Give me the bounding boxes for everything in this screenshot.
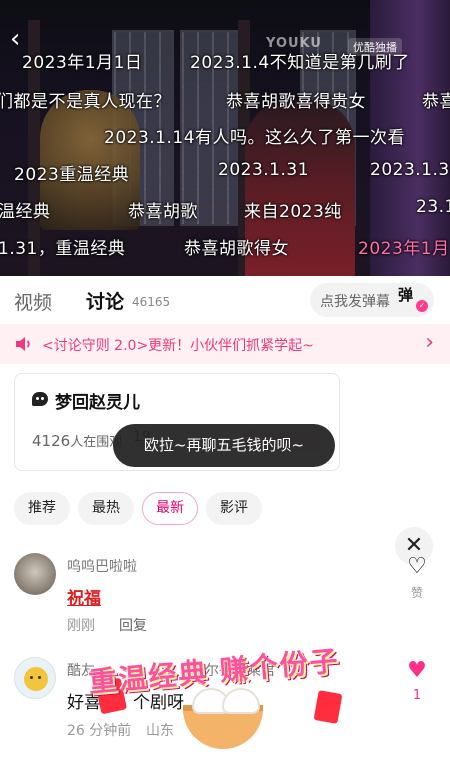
topic-watchers-count: 4126 bbox=[32, 432, 71, 450]
heart-outline-icon: ♡ bbox=[407, 554, 427, 579]
notice-bar[interactable]: <讨论守则 2.0>更新！小伙伴们抓紧学起~ › bbox=[0, 324, 450, 364]
heart-filled-icon: ♥ bbox=[407, 658, 427, 683]
danmaku-toggle-label: 弹 bbox=[398, 286, 414, 304]
sort-chip-recommend[interactable]: 推荐 bbox=[14, 492, 70, 525]
tab-discuss[interactable]: 讨论 bbox=[86, 287, 124, 314]
danmaku-comment: 2023年1月 bbox=[358, 239, 450, 259]
danmaku-comment: 们都是不是真人现在？ bbox=[0, 92, 171, 112]
comment-username[interactable]: 呜呜巴啦啦 bbox=[67, 556, 137, 576]
dumpling-icon bbox=[222, 688, 260, 714]
danmaku-comment: 2023.1.31 bbox=[218, 160, 310, 180]
comment-time: 刚刚 bbox=[67, 618, 95, 634]
like-count: 1 bbox=[412, 688, 422, 703]
sort-chip-latest[interactable]: 最新 bbox=[142, 492, 198, 525]
like-button[interactable]: ♥ 1 bbox=[402, 658, 432, 704]
danmaku-comment: 恭喜 bbox=[422, 92, 450, 112]
sort-chip-hot[interactable]: 最热 bbox=[78, 492, 134, 525]
danmaku-comment: 2023.1.14有人吗。这么久了第一次看 bbox=[104, 128, 406, 148]
reply-button[interactable]: 回复 bbox=[119, 615, 147, 635]
tab-video[interactable]: 视频 bbox=[14, 288, 52, 315]
topic-watchers: 4126人在围观 bbox=[32, 431, 122, 450]
promo-floating-banner[interactable]: 重温经典 赚个份子 bbox=[87, 640, 368, 760]
avatar[interactable] bbox=[14, 657, 56, 699]
toast-message: 欧拉~再聊五毛钱的呗~ bbox=[113, 424, 335, 467]
check-icon: ✓ bbox=[416, 300, 428, 312]
comment-text: 祝福 bbox=[67, 589, 101, 609]
danmaku-comment: 2023.1.31 bbox=[370, 160, 450, 180]
danmaku-comment: 恭喜胡歌得女 bbox=[184, 239, 289, 259]
avatar[interactable] bbox=[14, 553, 56, 595]
danmaku-input-placeholder: 点我发弹幕 bbox=[320, 294, 390, 310]
discuss-count: 46165 bbox=[132, 295, 171, 309]
danmaku-comment: 2023重温经典 bbox=[14, 165, 130, 185]
danmaku-comment: 2023年1月1日 bbox=[22, 53, 143, 73]
like-label: 赞 bbox=[410, 586, 423, 600]
danmaku-comment: 23.1 bbox=[416, 197, 450, 217]
chat-bubble-icon bbox=[32, 392, 48, 406]
topic-title: 梦回赵灵儿 bbox=[55, 393, 140, 413]
sort-chip-review[interactable]: 影评 bbox=[206, 492, 262, 525]
speaker-icon bbox=[16, 337, 30, 351]
back-icon[interactable]: ‹ bbox=[10, 26, 20, 52]
chevron-right-icon: › bbox=[425, 330, 434, 355]
app-page: ‹ YOUKU 优酷独播 2023年1月1日 2023.1.4不知道是第几刷了 … bbox=[0, 0, 450, 763]
red-envelope-icon bbox=[313, 690, 343, 724]
video-player[interactable]: ‹ YOUKU 优酷独播 2023年1月1日 2023.1.4不知道是第几刷了 … bbox=[0, 0, 450, 276]
danmaku-comment: 1.31，重温经典 bbox=[0, 239, 126, 259]
danmaku-comment: 温经典 bbox=[0, 202, 51, 222]
danmaku-comment: 恭喜胡歌喜得贵女 bbox=[226, 92, 366, 112]
notice-text: <讨论守则 2.0>更新！小伙伴们抓紧学起~ bbox=[42, 338, 314, 354]
danmaku-toggle-button[interactable]: 弹 ✓ bbox=[398, 284, 430, 314]
like-button[interactable]: ♡ 赞 bbox=[402, 556, 432, 601]
cartoon-face-icon bbox=[24, 667, 48, 691]
tab-bar: 视频 讨论 46165 点我发弹幕 弹 ✓ bbox=[0, 276, 450, 324]
danmaku-comment: 来自2023纯 bbox=[244, 202, 342, 222]
danmaku-comment: 恭喜胡歌 bbox=[128, 202, 198, 222]
danmaku-comment: 2023.1.4不知道是第几刷了 bbox=[190, 53, 410, 73]
